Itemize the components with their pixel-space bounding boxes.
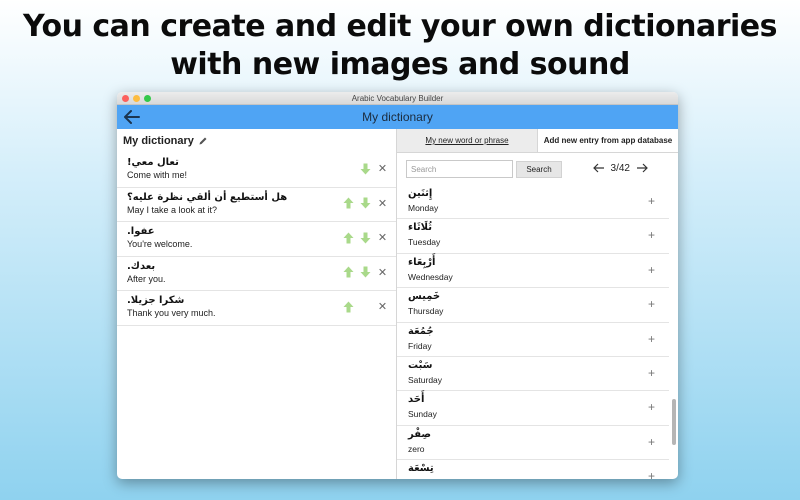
word-english-text: Wednesday xyxy=(408,271,453,282)
word-row: صِفْر zero + xyxy=(397,426,669,461)
window-title: Arabic Vocabulary Builder xyxy=(351,94,444,103)
word-english-text: zero xyxy=(408,443,425,454)
delete-entry-icon[interactable]: ✕ xyxy=(377,266,388,279)
arrow-up-icon[interactable] xyxy=(343,232,354,244)
minimize-window-button[interactable] xyxy=(133,95,140,102)
delete-entry-icon[interactable]: ✕ xyxy=(377,197,388,210)
page-indicator: 3/42 xyxy=(610,162,630,174)
move-down-button[interactable] xyxy=(360,232,371,244)
add-word-icon[interactable]: + xyxy=(648,400,655,414)
search-input[interactable] xyxy=(406,160,513,178)
arrow-down-icon[interactable] xyxy=(360,266,371,278)
word-arabic-text: ثُلَاثَاء xyxy=(408,222,432,234)
delete-entry-icon[interactable]: ✕ xyxy=(377,300,388,313)
word-arabic-text: خَمِيس xyxy=(408,291,441,303)
delete-entry-icon[interactable]: ✕ xyxy=(377,162,388,175)
promo-line-1: You can create and edit your own diction… xyxy=(23,9,777,44)
next-page-icon[interactable] xyxy=(636,162,648,174)
dictionary-title: My dictionary xyxy=(123,135,194,147)
add-word-icon[interactable]: + xyxy=(648,469,655,479)
word-arabic-text: تِسْعَة xyxy=(408,463,434,475)
word-arabic-text: إِثنَين xyxy=(408,188,433,199)
dictionary-entry-list: تعال معي! Come with me! ✕ هل أستطيع أن ألقي… xyxy=(117,153,396,326)
window-controls xyxy=(122,95,151,102)
word-row: إِثنَين Monday + xyxy=(397,185,669,220)
word-arabic-text: أَحَد xyxy=(408,394,425,406)
word-english-text: Tuesday xyxy=(408,237,441,248)
pager: 3/42 xyxy=(592,162,648,174)
word-row: ثُلَاثَاء Tuesday + xyxy=(397,219,669,254)
promo-headline: You can create and edit your own diction… xyxy=(0,8,800,84)
list-item: بعدك. After you. ✕ xyxy=(117,257,396,291)
entry-controls: ✕ xyxy=(343,266,388,279)
word-arabic-text: صِفْر xyxy=(408,428,432,440)
word-list-scrollbar[interactable] xyxy=(672,399,676,445)
search-button[interactable]: Search xyxy=(516,160,562,178)
title-bar: Arabic Vocabulary Builder xyxy=(117,92,678,105)
list-item: عفوا. You're welcome. ✕ xyxy=(117,222,396,257)
add-word-icon[interactable]: + xyxy=(648,297,655,311)
word-english-text: Friday xyxy=(408,340,432,351)
word-english-text: Saturday xyxy=(408,374,443,385)
word-row: أَحَد Sunday + xyxy=(397,391,669,426)
add-word-icon[interactable]: + xyxy=(648,366,655,380)
word-english-text: Monday xyxy=(408,203,439,213)
word-row: سَبْت Saturday + xyxy=(397,357,669,392)
word-row: جُمُعَة Friday + xyxy=(397,323,669,357)
arrow-down-icon[interactable] xyxy=(360,197,371,209)
entry-controls: ✕ xyxy=(343,300,388,313)
entry-controls: ✕ xyxy=(343,231,388,244)
arrow-down-icon[interactable] xyxy=(360,163,371,175)
move-down-button[interactable] xyxy=(360,163,371,175)
tab-add-from-database[interactable]: Add new entry from app database xyxy=(538,129,678,152)
database-word-list: إِثنَين Monday + ثُلَاثَاء Tuesday + أَرْبِعَا… xyxy=(397,185,669,479)
navigation-bar: My dictionary xyxy=(117,105,678,129)
move-down-button[interactable] xyxy=(360,266,371,278)
word-row: تِسْعَة + xyxy=(397,460,669,479)
arrow-up-icon[interactable] xyxy=(343,197,354,209)
move-up-button[interactable] xyxy=(343,266,354,278)
previous-page-icon[interactable] xyxy=(592,162,605,174)
main-content: My dictionary تعال معي! Come with me! ✕ هل … xyxy=(117,129,678,479)
search-row: Search 3/42 xyxy=(397,153,678,185)
entry-controls: ✕ xyxy=(343,197,388,210)
add-word-icon[interactable]: + xyxy=(648,435,655,449)
list-item: تعال معي! Come with me! ✕ xyxy=(117,153,396,188)
tab-bar: My new word or phrase Add new entry from… xyxy=(397,129,678,153)
my-dictionary-panel: My dictionary تعال معي! Come with me! ✕ هل … xyxy=(117,129,397,479)
word-arabic-text: أَرْبِعَاء xyxy=(408,256,436,268)
entry-controls: ✕ xyxy=(343,162,388,175)
close-window-button[interactable] xyxy=(122,95,129,102)
list-item: هل أستطيع أن ألقي نظرة عليه؟ May I take a… xyxy=(117,188,396,222)
word-english-text: Thursday xyxy=(408,306,444,317)
word-english-text: Sunday xyxy=(408,409,437,420)
add-word-icon[interactable]: + xyxy=(648,263,655,277)
add-word-icon[interactable]: + xyxy=(648,228,655,242)
pencil-icon[interactable] xyxy=(198,136,208,146)
arrow-down-icon[interactable] xyxy=(360,232,371,244)
database-panel: My new word or phrase Add new entry from… xyxy=(397,129,678,479)
word-arabic-text: سَبْت xyxy=(408,359,433,371)
arrow-up-icon[interactable] xyxy=(343,301,354,313)
app-window: Arabic Vocabulary Builder My dictionary … xyxy=(117,92,678,479)
delete-entry-icon[interactable]: ✕ xyxy=(377,231,388,244)
add-word-icon[interactable]: + xyxy=(648,194,655,208)
move-up-button[interactable] xyxy=(343,232,354,244)
zoom-window-button[interactable] xyxy=(144,95,151,102)
move-down-button[interactable] xyxy=(360,197,371,209)
dictionary-header: My dictionary xyxy=(117,129,396,153)
navbar-title: My dictionary xyxy=(362,110,433,124)
word-row: أَرْبِعَاء Wednesday + xyxy=(397,254,669,289)
add-word-icon[interactable]: + xyxy=(648,332,655,346)
tab-my-new-word[interactable]: My new word or phrase xyxy=(397,129,538,152)
back-arrow-icon[interactable] xyxy=(123,108,141,126)
move-up-button[interactable] xyxy=(343,197,354,209)
move-up-button[interactable] xyxy=(343,301,354,313)
word-arabic-text: جُمُعَة xyxy=(408,325,434,337)
promo-line-2: with new images and sound xyxy=(170,47,630,82)
list-item: شكرا جزيلا. Thank you very much. ✕ xyxy=(117,291,396,326)
word-row: خَمِيس Thursday + xyxy=(397,288,669,323)
arrow-up-icon[interactable] xyxy=(343,266,354,278)
